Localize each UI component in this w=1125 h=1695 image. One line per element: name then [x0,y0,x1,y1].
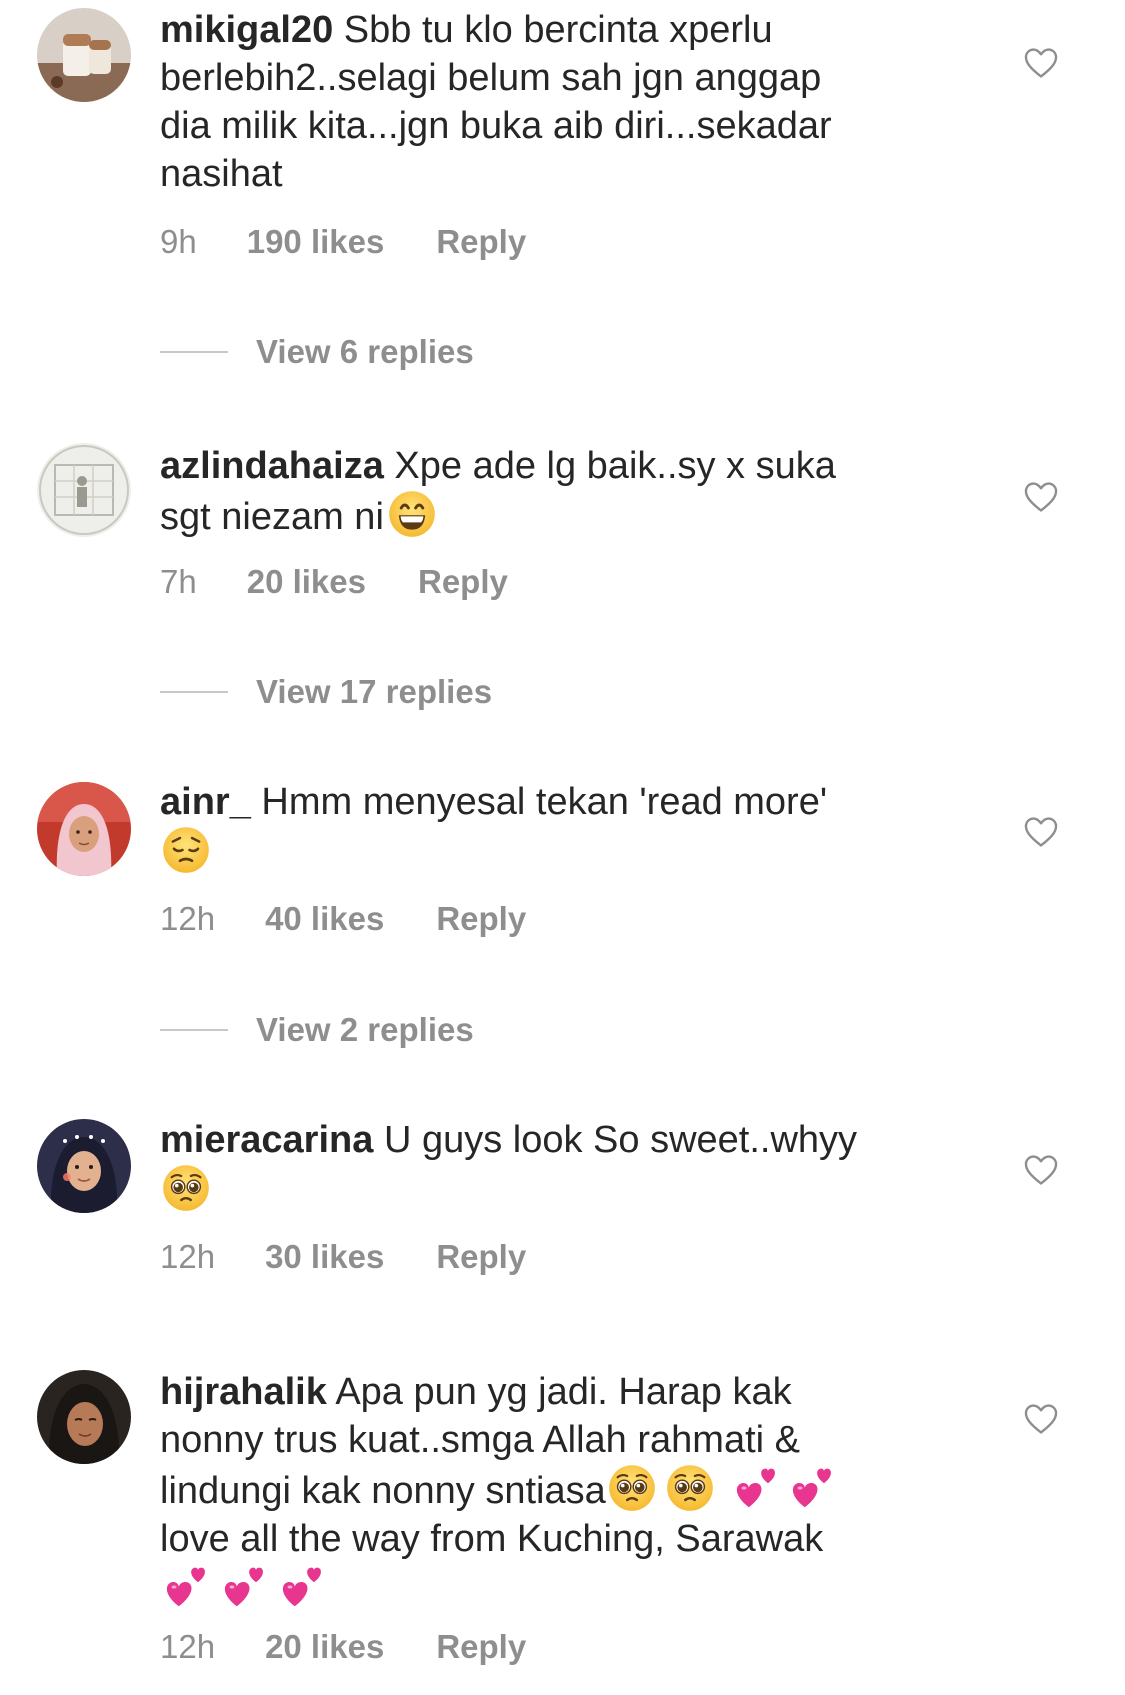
comment-line: Hmm menyesal tekan 'read more' [261,781,828,823]
comment-line: nonny trus kuat..smga Allah rahmati & [160,1419,800,1461]
likes-count[interactable]: 20 likes [265,1627,384,1667]
avatar[interactable] [37,443,131,537]
reply-button[interactable]: Reply [436,899,526,939]
view-replies-label: View 2 replies [256,1011,474,1048]
comment-text: mieracarina U guys look So sweet..whyy [160,1116,960,1215]
two-hearts-icon [732,1464,780,1512]
comment-line: Xpe ade lg baik..sy x suka [394,445,836,487]
comment-text: mikigal20 Sbb tu klo bercinta xperlu berl… [160,6,960,198]
reply-button[interactable]: Reply [436,1237,526,1277]
comment-line: U guys look So sweet..whyy [383,1119,858,1161]
view-replies-button[interactable]: View 17 replies [160,673,492,711]
comment-meta: 12h 30 likes Reply [160,1237,526,1277]
comment-meta: 7h 20 likes Reply [160,562,508,602]
view-replies-button[interactable]: View 2 replies [160,1011,474,1049]
grinning-face-icon [388,490,436,538]
like-heart-icon[interactable] [1022,44,1060,82]
comment-text: hijrahalik Apa pun yg jadi. Harap kak non… [160,1368,960,1614]
pensive-face-icon [162,826,210,874]
comment-line: Apa pun yg jadi. Harap kak [335,1371,792,1413]
likes-count[interactable]: 20 likes [247,562,366,602]
username[interactable]: mikigal20 [160,9,333,51]
like-heart-icon[interactable] [1022,1151,1060,1189]
timestamp: 12h [160,900,216,937]
view-replies-label: View 17 replies [256,673,493,710]
comment-line: nasihat [160,153,283,195]
pleading-face-icon [162,1164,210,1212]
likes-count[interactable]: 190 likes [247,222,385,262]
comment-text: ainr_ Hmm menyesal tekan 'read more' [160,778,960,877]
comment-line: Sbb tu klo bercinta xperlu [343,9,773,51]
reply-button[interactable]: Reply [418,562,508,602]
comment-line: lindungi kak nonny sntiasa [160,1470,606,1512]
view-replies-label: View 6 replies [256,333,474,370]
comment-line: sgt niezam ni [160,496,384,538]
timestamp: 9h [160,223,197,260]
like-heart-icon[interactable] [1022,478,1060,516]
pleading-face-icon [608,1464,656,1512]
like-heart-icon[interactable] [1022,1400,1060,1438]
username[interactable]: hijrahalik [160,1371,327,1413]
avatar[interactable] [37,1370,131,1464]
view-replies-button[interactable]: View 6 replies [160,333,474,371]
avatar[interactable] [37,1119,131,1213]
username[interactable]: azlindahaiza [160,445,384,487]
divider [160,691,228,693]
username[interactable]: ainr_ [160,781,251,823]
two-hearts-icon [788,1464,836,1512]
timestamp: 12h [160,1628,216,1665]
timestamp: 7h [160,563,197,600]
username[interactable]: mieracarina [160,1119,373,1161]
like-heart-icon[interactable] [1022,813,1060,851]
comment-line: love all the way from Kuching, Sarawak [160,1518,824,1560]
two-hearts-icon [278,1563,326,1611]
avatar[interactable] [37,8,131,102]
likes-count[interactable]: 40 likes [265,899,384,939]
two-hearts-icon [162,1563,210,1611]
divider [160,1029,228,1031]
avatar[interactable] [37,782,131,876]
two-hearts-icon [220,1563,268,1611]
reply-button[interactable]: Reply [436,222,526,262]
comment-line: berlebih2..selagi belum sah jgn anggap [160,57,822,99]
divider [160,351,228,353]
comment-meta: 9h 190 likes Reply [160,222,526,262]
likes-count[interactable]: 30 likes [265,1237,384,1277]
comment-meta: 12h 20 likes Reply [160,1627,526,1667]
timestamp: 12h [160,1238,216,1275]
comment-text: azlindahaiza Xpe ade lg baik..sy x suka s… [160,442,960,541]
comment-line: dia milik kita...jgn buka aib diri...sek… [160,105,832,147]
comment-meta: 12h 40 likes Reply [160,899,526,939]
pleading-face-icon [666,1464,714,1512]
reply-button[interactable]: Reply [436,1627,526,1667]
